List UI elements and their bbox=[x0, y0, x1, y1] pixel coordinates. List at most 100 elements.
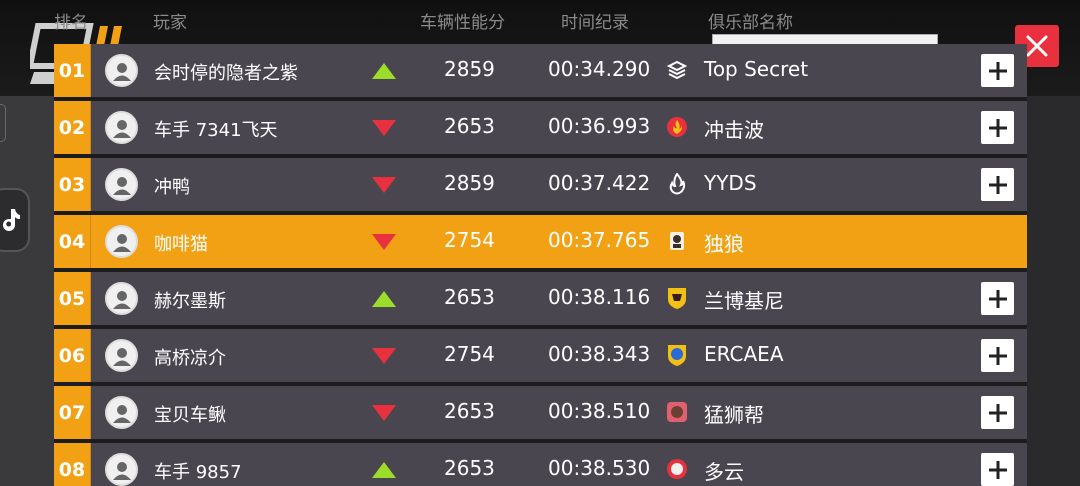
column-header: 排名 玩家 车辆性能分 时间纪录 俱乐部名称 bbox=[0, 4, 900, 34]
add-friend-button[interactable] bbox=[981, 339, 1014, 372]
player-avatar[interactable] bbox=[105, 396, 138, 429]
rank-number: 08 bbox=[54, 443, 91, 486]
plus-icon bbox=[988, 118, 1007, 137]
performance-score: 2653 bbox=[444, 285, 495, 309]
add-friend-button[interactable] bbox=[981, 396, 1014, 429]
rank-number: 03 bbox=[54, 158, 91, 211]
add-friend-button[interactable] bbox=[981, 54, 1014, 87]
trend-down-icon bbox=[372, 120, 396, 136]
leaderboard-row[interactable]: 06 高桥凉介 2754 00:38.343 ERCAEA bbox=[54, 329, 1027, 382]
player-name: 冲鸭 bbox=[154, 177, 190, 198]
close-icon bbox=[1026, 35, 1048, 57]
add-friend-button[interactable] bbox=[981, 453, 1014, 486]
music-note-icon bbox=[3, 209, 20, 231]
shield-icon bbox=[665, 343, 689, 367]
time-record: 00:38.343 bbox=[548, 342, 651, 366]
header-performance: 车辆性能分 bbox=[420, 13, 505, 33]
header-rank: 排名 bbox=[54, 13, 88, 33]
plus-icon bbox=[988, 175, 1007, 194]
leaderboard-row[interactable]: 07 宝贝车鳅 2653 00:38.510 猛狮帮 bbox=[54, 386, 1027, 439]
club-name: 兰博基尼 bbox=[704, 289, 784, 313]
time-record: 00:37.422 bbox=[548, 171, 651, 195]
avatar-icon bbox=[112, 62, 131, 81]
trend-up-icon bbox=[372, 291, 396, 307]
avatar-icon bbox=[112, 461, 131, 480]
avatar-icon bbox=[112, 233, 131, 252]
leaderboard-row[interactable]: 08 车手 9857 2653 00:38.530 多云 bbox=[54, 443, 1027, 486]
performance-score: 2754 bbox=[444, 228, 495, 252]
avatar-icon bbox=[112, 176, 131, 195]
add-friend-button[interactable] bbox=[981, 168, 1014, 201]
leaderboard-row[interactable]: 04 咖啡猫 2754 00:37.765 独狼 bbox=[54, 215, 1027, 268]
performance-score: 2754 bbox=[444, 342, 495, 366]
club-name: 冲击波 bbox=[704, 118, 764, 142]
rank-number: 04 bbox=[54, 215, 91, 268]
wolf-icon bbox=[665, 229, 689, 253]
plus-icon bbox=[988, 289, 1007, 308]
plus-icon bbox=[988, 460, 1007, 479]
time-record: 00:36.993 bbox=[548, 114, 651, 138]
player-avatar[interactable] bbox=[105, 225, 138, 258]
time-record: 00:38.116 bbox=[548, 285, 651, 309]
plus-icon bbox=[988, 61, 1007, 80]
performance-score: 2653 bbox=[444, 399, 495, 423]
plus-icon bbox=[988, 403, 1007, 422]
leaderboard-row[interactable]: 05 赫尔墨斯 2653 00:38.116 兰博基尼 bbox=[54, 272, 1027, 325]
rank-number: 06 bbox=[54, 329, 91, 382]
club-name: ERCAEA bbox=[704, 342, 784, 366]
time-record: 00:34.290 bbox=[548, 57, 651, 81]
bull-shield-icon bbox=[665, 286, 689, 310]
avatar-icon bbox=[112, 290, 131, 309]
add-friend-button[interactable] bbox=[981, 111, 1014, 144]
fire-icon bbox=[665, 172, 689, 196]
trend-down-icon bbox=[372, 348, 396, 364]
time-record: 00:37.765 bbox=[548, 228, 651, 252]
player-avatar[interactable] bbox=[105, 54, 138, 87]
player-name: 赫尔墨斯 bbox=[154, 291, 226, 312]
player-avatar[interactable] bbox=[105, 111, 138, 144]
right-background-strip bbox=[1027, 96, 1080, 486]
player-name: 咖啡猫 bbox=[154, 234, 208, 255]
leaderboard-row[interactable]: 01 会时停的隐者之紫 2859 00:34.290 Top Secret bbox=[54, 44, 1027, 97]
avatar-icon bbox=[112, 119, 131, 138]
player-name: 高桥凉介 bbox=[154, 348, 226, 369]
player-name: 宝贝车鳅 bbox=[154, 405, 226, 426]
rank-number: 02 bbox=[54, 101, 91, 154]
left-background-strip bbox=[0, 96, 54, 486]
avatar-icon bbox=[112, 347, 131, 366]
player-avatar[interactable] bbox=[105, 168, 138, 201]
trend-up-icon bbox=[372, 63, 396, 79]
performance-score: 2859 bbox=[444, 57, 495, 81]
leaderboard-row[interactable]: 03 冲鸭 2859 00:37.422 YYDS bbox=[54, 158, 1027, 211]
player-avatar[interactable] bbox=[105, 339, 138, 372]
club-name: 猛狮帮 bbox=[704, 403, 764, 427]
performance-score: 2653 bbox=[444, 114, 495, 138]
trend-down-icon bbox=[372, 405, 396, 421]
leaderboard-row[interactable]: 02 车手 7341飞天 2653 00:36.993 冲击波 bbox=[54, 101, 1027, 154]
header-player: 玩家 bbox=[153, 13, 187, 33]
rank-number: 07 bbox=[54, 386, 91, 439]
player-name: 车手 9857 bbox=[154, 462, 242, 483]
add-friend-button[interactable] bbox=[981, 282, 1014, 315]
side-tab-handle[interactable] bbox=[0, 104, 6, 142]
performance-score: 2859 bbox=[444, 171, 495, 195]
layers-icon bbox=[665, 58, 689, 82]
lion-icon bbox=[665, 400, 689, 424]
time-record: 00:38.510 bbox=[548, 399, 651, 423]
header-time: 时间纪录 bbox=[561, 13, 629, 33]
floating-app-icon[interactable] bbox=[0, 188, 30, 252]
trend-down-icon bbox=[372, 234, 396, 250]
player-name: 车手 7341飞天 bbox=[154, 120, 278, 141]
rank-number: 05 bbox=[54, 272, 91, 325]
flame-badge-icon bbox=[665, 115, 689, 139]
club-name: Top Secret bbox=[704, 57, 809, 81]
club-name: 独狼 bbox=[704, 232, 744, 256]
avatar-icon bbox=[112, 404, 131, 423]
trend-up-icon bbox=[372, 462, 396, 478]
player-avatar[interactable] bbox=[105, 453, 138, 486]
cloud-emblem-icon bbox=[665, 457, 689, 481]
plus-icon bbox=[988, 346, 1007, 365]
rank-number: 01 bbox=[54, 44, 91, 97]
player-avatar[interactable] bbox=[105, 282, 138, 315]
time-record: 00:38.530 bbox=[548, 456, 651, 480]
